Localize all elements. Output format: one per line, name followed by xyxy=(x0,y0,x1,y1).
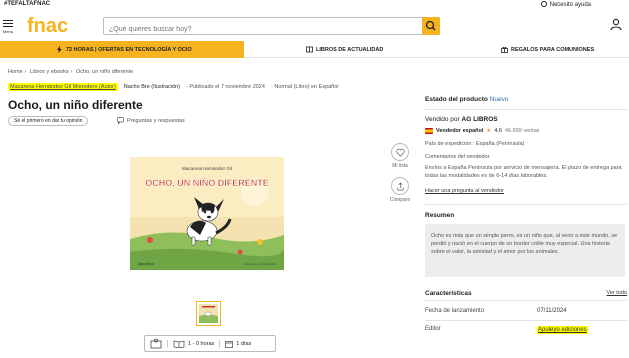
hamburger-icon xyxy=(2,19,14,27)
qa-label: Preguntas y respuestas xyxy=(127,117,185,124)
menu-button[interactable]: Menú xyxy=(2,18,14,34)
read-icon-cell[interactable] xyxy=(145,338,167,350)
illustrator-link[interactable]: Nacho Bre (Ilustración) xyxy=(124,84,180,90)
cover-illustrator: Ilustrado por Nacho Bre xyxy=(244,262,276,266)
share-icon xyxy=(396,181,404,190)
hashtag[interactable]: #TEFALTAFNAC xyxy=(4,1,50,7)
chat-icon xyxy=(117,117,124,124)
menu-label: Menú xyxy=(2,28,13,34)
compare-button[interactable]: Comparo xyxy=(386,177,414,203)
promo-label: LIBROS DE ACTUALIDAD xyxy=(316,46,384,53)
star-icon: ★ xyxy=(486,128,492,134)
shipping-origin: País de expedición : España (Península) xyxy=(425,141,525,147)
ask-seller-link[interactable]: Hacer una pregunta al vendedor xyxy=(425,188,504,194)
breadcrumb-current: Ocho, un niño diferente xyxy=(75,69,134,75)
seller-comments-text: Envíos a España Península por servicio d… xyxy=(425,165,622,179)
cover-publisher: Apuleyo xyxy=(138,261,154,266)
breadcrumb: Home › Libros y ebooks › Ocho, un niño dif… xyxy=(8,69,134,75)
editor-link[interactable]: Apuleyo ediciones xyxy=(537,326,588,334)
qa-link[interactable]: Preguntas y respuestas xyxy=(117,117,185,124)
summary-heading: Resumen xyxy=(425,212,455,219)
header: Menú fnac xyxy=(0,11,629,41)
divider xyxy=(425,300,627,301)
calendar-icon xyxy=(225,340,234,348)
promo-label: 72 HORAS | OFERTAS EN TECNOLOGÍA Y OCIO xyxy=(66,46,192,53)
seller-name[interactable]: AG LIBROS xyxy=(462,116,498,123)
seller-sales: 46.699 ventas xyxy=(504,128,540,134)
characteristics-heading: Características xyxy=(425,290,472,297)
fnac-logo[interactable]: fnac xyxy=(27,15,79,37)
side-actions: Mi lista Comparo xyxy=(386,143,414,203)
breadcrumb-libros[interactable]: Libros y ebooks xyxy=(30,69,69,75)
search-input[interactable] xyxy=(104,21,414,38)
gallery-thumbnail[interactable] xyxy=(196,301,221,326)
promo-item-ofertas[interactable]: 72 HORAS | OFERTAS EN TECNOLOGÍA Y OCIO xyxy=(56,46,192,53)
gift-icon xyxy=(501,46,508,53)
search-bar xyxy=(103,17,440,38)
summary-text: Ocho es más que un simple perro, es un n… xyxy=(425,224,625,277)
compare-label: Comparo xyxy=(389,197,411,203)
seller-rating: 4.6 xyxy=(494,128,502,134)
release-date-row: Fecha de lanzamiento 07/11/2024 xyxy=(425,308,567,314)
promo-item-libros[interactable]: LIBROS DE ACTUALIDAD xyxy=(306,46,383,53)
reading-time: 1 - 0 horas xyxy=(167,339,219,348)
extras-bar: 1 - 0 horas 1 días xyxy=(144,335,276,352)
help-link[interactable]: Necesito ayuda xyxy=(540,1,591,8)
reading-days: 1 días xyxy=(219,339,256,348)
wishlist-button[interactable]: Mi lista xyxy=(386,143,414,169)
product-state-value[interactable]: Nuevo xyxy=(490,96,509,103)
promo-label: REGALOS PARA COMUNIONES xyxy=(511,46,595,53)
thumbnail-image xyxy=(199,304,218,323)
product-sidebar: Estado del producto Nuevo Vendido por AG… xyxy=(419,90,629,358)
cover-title: OCHO, UN NIÑO DIFERENTE xyxy=(145,178,269,188)
promo-bar: 72 HORAS | OFERTAS EN TECNOLOGÍA Y OCIO … xyxy=(0,41,629,58)
cover-author: Macarena Hernández Gil xyxy=(182,166,232,171)
seller-comments-label: Comentarios del vendedor xyxy=(425,154,490,160)
spain-flag-icon xyxy=(425,128,433,134)
first-review-button[interactable]: Sé el primero en dar tu opinión xyxy=(8,116,89,126)
seller-info: Vendedor español ★ 4.6 46.699 ventas xyxy=(425,128,540,134)
promo-item-regalos[interactable]: REGALOS PARA COMUNIONES xyxy=(501,46,594,53)
book-open-icon xyxy=(173,340,185,348)
user-icon xyxy=(610,18,622,31)
divider xyxy=(425,109,627,110)
top-strip: #TEFALTAFNAC Necesito ayuda xyxy=(0,0,629,11)
help-label: Necesito ayuda xyxy=(549,2,591,8)
divider xyxy=(425,320,627,321)
wishlist-label: Mi lista xyxy=(392,163,408,169)
see-all-link[interactable]: Ver todo xyxy=(607,290,628,296)
sold-by: Vendido por AG LIBROS xyxy=(425,116,498,123)
search-button[interactable] xyxy=(422,17,440,35)
lightning-icon xyxy=(57,46,62,53)
format-info: · Normal (Libro) en Español xyxy=(270,84,339,90)
published-date: · Publicado el 7 noviembre 2024 xyxy=(186,84,265,90)
breadcrumb-home[interactable]: Home xyxy=(8,69,23,75)
page-title: Ocho, un niño diferente xyxy=(8,98,143,112)
author-link[interactable]: Macarena Hernández Gil Monedero (Autor) xyxy=(8,83,118,91)
book-cover-image[interactable]: Macarena Hernández Gil OCHO, UN NIÑO DIF… xyxy=(130,157,284,270)
search-icon xyxy=(425,20,436,31)
reading-icon xyxy=(150,338,162,348)
product-meta: Macarena Hernández Gil Monedero (Autor) … xyxy=(8,83,408,91)
book-icon xyxy=(306,46,313,53)
heart-icon xyxy=(395,148,405,157)
divider xyxy=(425,204,627,205)
editor-row: Editor Apuleyo ediciones xyxy=(425,326,588,334)
account-button[interactable] xyxy=(609,17,623,31)
logo-text: fnac xyxy=(27,15,68,37)
product-state: Estado del producto Nuevo xyxy=(425,96,509,103)
help-icon xyxy=(540,1,547,7)
